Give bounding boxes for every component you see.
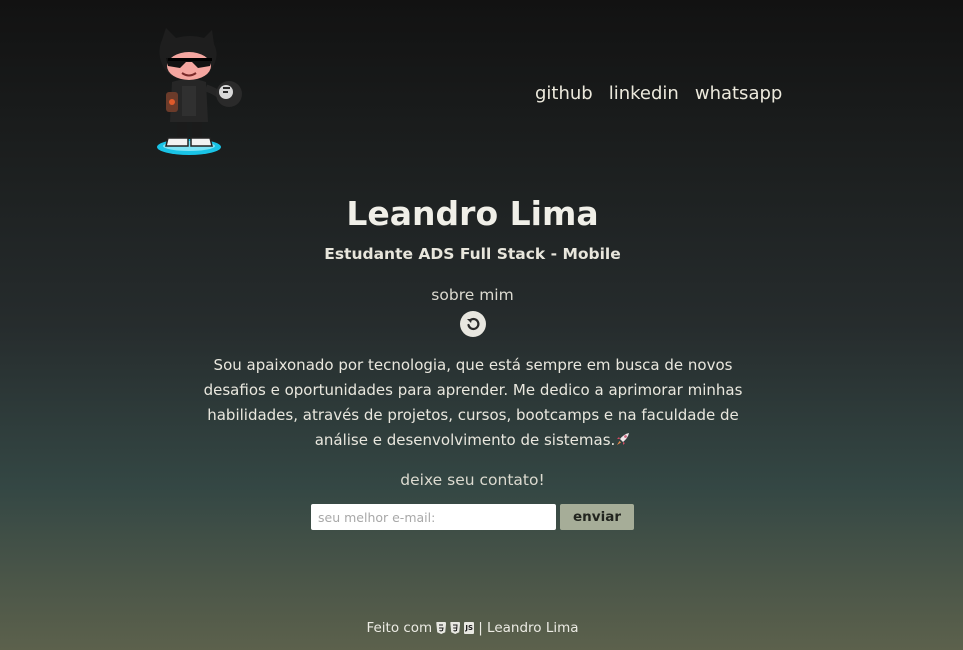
about-paragraph: Sou apaixonado por tecnologia, que está …	[203, 356, 743, 449]
footer-author: | Leandro Lima	[478, 620, 579, 636]
about-text-block: Sou apaixonado por tecnologia, que está …	[190, 353, 756, 453]
footer: Feito com JS | Leandro Lima	[0, 620, 945, 636]
css3-icon	[450, 622, 461, 634]
nav-link-github[interactable]: github	[535, 83, 593, 104]
nav-link-whatsapp[interactable]: whatsapp	[695, 83, 782, 104]
octocat-mascot-image	[157, 28, 242, 155]
html5-icon	[436, 622, 447, 634]
page-title: Leandro Lima	[346, 194, 599, 233]
send-button[interactable]: enviar	[560, 504, 634, 530]
contact-label: deixe seu contato!	[400, 471, 545, 489]
nav-link-linkedin[interactable]: linkedin	[609, 83, 679, 104]
js-icon: JS	[464, 622, 475, 634]
email-input[interactable]	[311, 504, 556, 530]
refresh-icon[interactable]	[460, 311, 486, 337]
rocket-icon	[617, 433, 630, 445]
about-label: sobre mim	[431, 286, 514, 304]
page-subtitle: Estudante ADS Full Stack - Mobile	[324, 245, 621, 263]
top-nav: github linkedin whatsapp	[535, 83, 782, 104]
footer-made-with: Feito com	[366, 620, 433, 636]
